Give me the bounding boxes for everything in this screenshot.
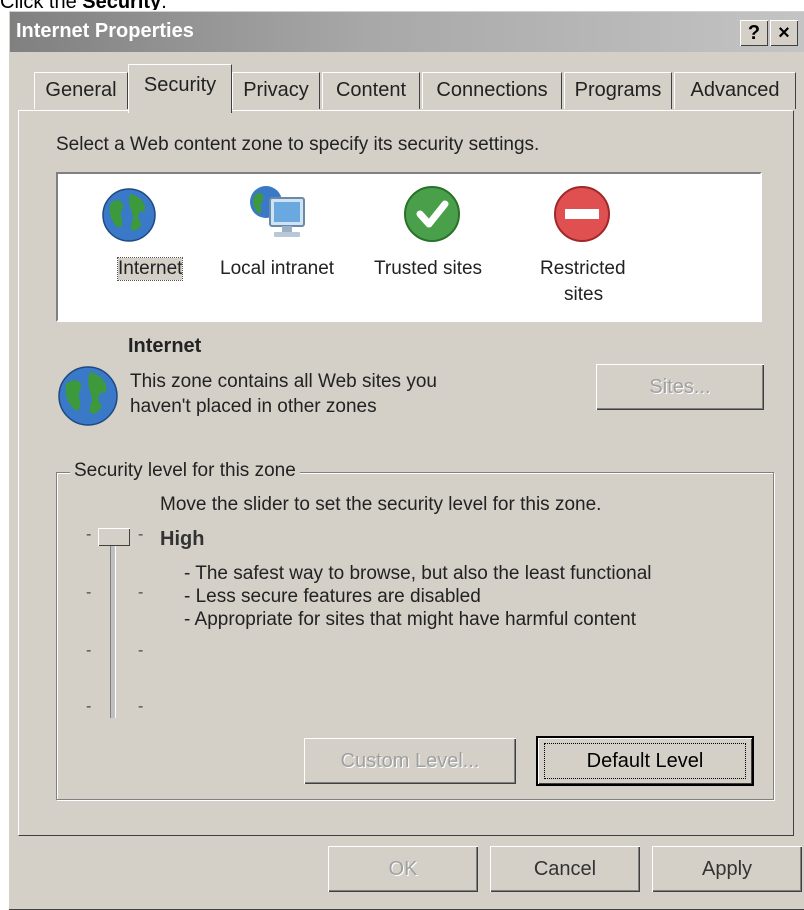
tab-programs[interactable]: Programs xyxy=(564,72,672,109)
security-level-description: - The safest way to browse, but also the… xyxy=(184,563,652,630)
window-title: Internet Properties xyxy=(16,20,194,42)
tab-advanced[interactable]: Advanced xyxy=(674,72,796,109)
intranet-icon xyxy=(250,186,305,237)
tab-privacy[interactable]: Privacy xyxy=(232,72,320,109)
globe-icon xyxy=(58,366,118,426)
zone-label-restricted-line1: Restricted xyxy=(540,258,626,279)
slider-tick: - xyxy=(138,642,144,659)
tab-general[interactable]: General xyxy=(34,72,128,109)
security-level-group-title: Security level for this zone xyxy=(70,460,300,482)
default-level-button[interactable]: Default Level xyxy=(538,738,752,784)
ok-button[interactable]: OK xyxy=(328,846,478,892)
selected-zone-title: Internet xyxy=(128,335,202,357)
no-entry-icon xyxy=(554,186,610,242)
security-slider-track[interactable] xyxy=(110,540,116,718)
selected-zone-description: This zone contains all Web sites you hav… xyxy=(130,371,437,417)
zone-internet[interactable]: Internet xyxy=(78,174,208,314)
zone-restricted-sites[interactable]: Restricted sites xyxy=(514,174,654,314)
cancel-button[interactable]: Cancel xyxy=(490,846,640,892)
slider-hint: Move the slider to set the security leve… xyxy=(160,494,602,515)
zone-label-restricted-line2: sites xyxy=(564,284,604,305)
security-level-name: High xyxy=(160,528,205,550)
slider-tick: - xyxy=(86,698,92,715)
security-slider-thumb[interactable] xyxy=(98,528,130,546)
zone-list[interactable]: Internet Local intranet Trusted sites Re… xyxy=(56,172,762,322)
zone-label-trusted-sites: Trusted sites xyxy=(374,258,483,279)
zone-label-local-intranet: Local intranet xyxy=(220,258,335,279)
slider-tick: - xyxy=(86,584,92,601)
zone-local-intranet[interactable]: Local intranet xyxy=(214,174,354,314)
zone-instruction: Select a Web content zone to specify its… xyxy=(56,134,540,155)
slider-tick: - xyxy=(86,526,92,543)
tab-connections[interactable]: Connections xyxy=(422,72,562,109)
apply-button[interactable]: Apply xyxy=(652,846,802,892)
zone-trusted-sites[interactable]: Trusted sites xyxy=(366,174,496,314)
title-bar[interactable]: Internet Properties ? × xyxy=(10,12,804,52)
custom-level-button[interactable]: Custom Level... xyxy=(304,738,516,784)
globe-icon xyxy=(102,188,156,242)
sites-button[interactable]: Sites... xyxy=(596,364,764,410)
tab-security[interactable]: Security xyxy=(128,64,232,113)
zone-label-internet: Internet xyxy=(116,257,184,281)
slider-tick: - xyxy=(86,642,92,659)
slider-tick: - xyxy=(138,584,144,601)
slider-tick: - xyxy=(138,698,144,715)
help-button[interactable]: ? xyxy=(740,20,768,46)
close-button[interactable]: × xyxy=(770,20,798,46)
slider-tick: - xyxy=(138,526,144,543)
checkmark-icon xyxy=(404,186,460,242)
tab-content[interactable]: Content xyxy=(322,72,420,109)
